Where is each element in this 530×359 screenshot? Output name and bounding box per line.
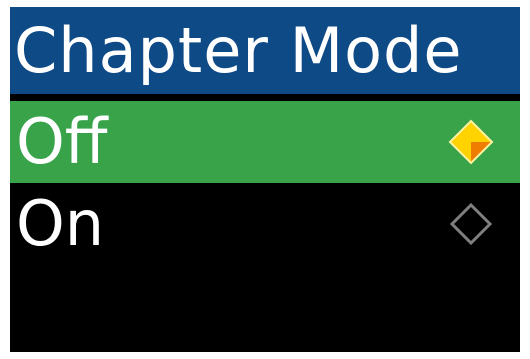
menu-item-label: Off — [16, 105, 108, 178]
menu-item-on[interactable]: On — [10, 183, 520, 265]
screen-title: Chapter Mode — [10, 7, 520, 94]
menu-item-label: On — [16, 187, 105, 260]
device-screen: Chapter Mode Off On — [10, 7, 520, 352]
hollow-diamond-icon — [449, 202, 493, 246]
title-separator — [10, 94, 520, 101]
menu-item-off[interactable]: Off — [10, 101, 520, 183]
filled-diamond-icon — [448, 119, 494, 165]
